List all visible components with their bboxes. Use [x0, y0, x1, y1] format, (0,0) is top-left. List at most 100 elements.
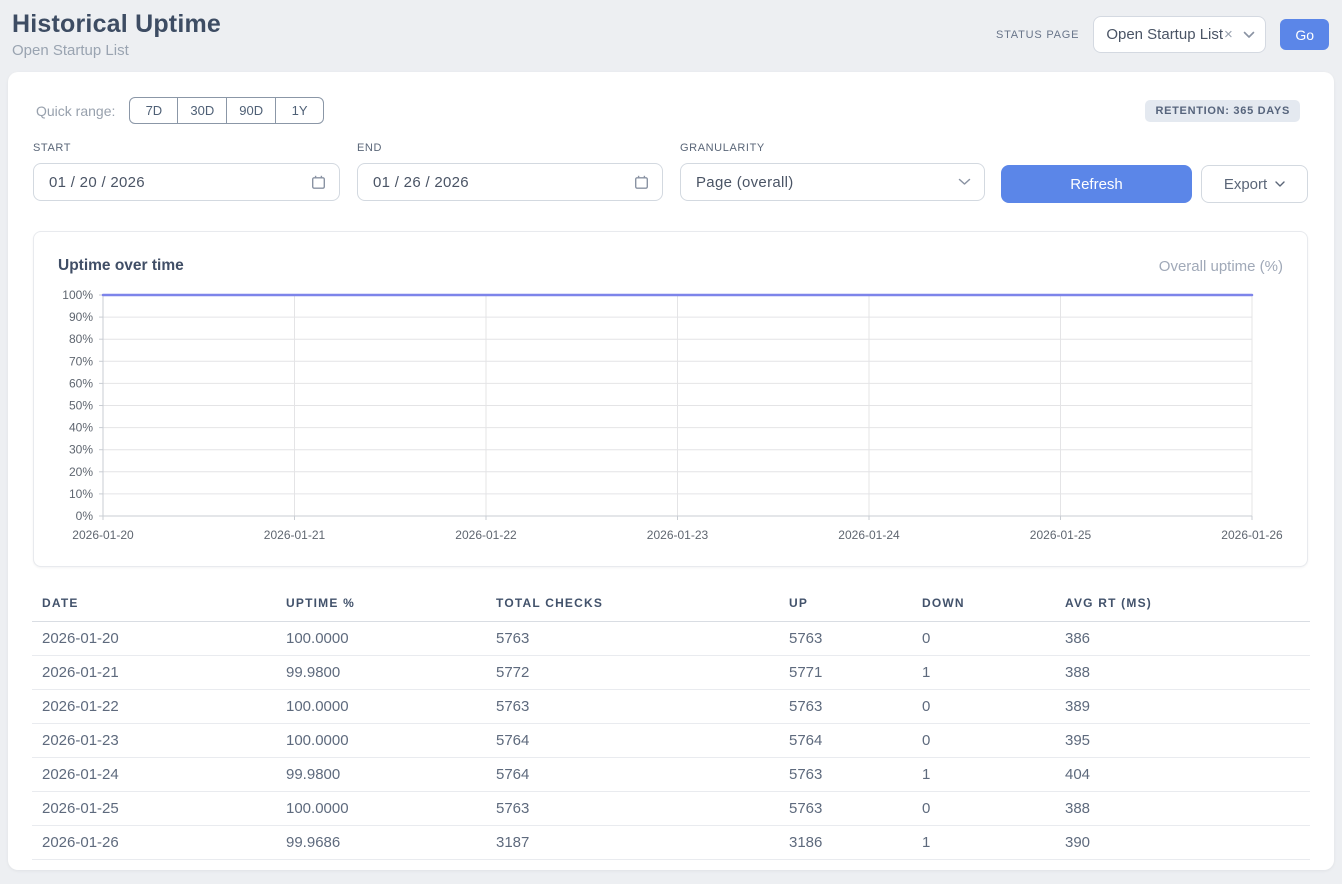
table-cell: 5763 — [486, 792, 779, 826]
svg-text:2026-01-23: 2026-01-23 — [647, 528, 709, 542]
end-date-label: END — [357, 142, 663, 154]
retention-badge: RETENTION: 365 DAYS — [1145, 100, 1300, 122]
go-button[interactable]: Go — [1280, 19, 1329, 50]
table-cell: 5764 — [486, 724, 779, 758]
refresh-button[interactable]: Refresh — [1001, 165, 1192, 203]
table-cell: 99.9686 — [276, 826, 486, 860]
svg-text:70%: 70% — [69, 354, 93, 368]
uptime-table: DATEUPTIME %TOTAL CHECKSUPDOWNAVG RT (MS… — [32, 590, 1310, 860]
table-cell: 5763 — [486, 622, 779, 656]
end-date-value: 01 / 26 / 2026 — [373, 174, 469, 191]
svg-text:90%: 90% — [69, 310, 93, 324]
table-cell: 388 — [1055, 792, 1310, 826]
table-cell: 100.0000 — [276, 690, 486, 724]
table-cell: 5771 — [779, 656, 912, 690]
svg-text:100%: 100% — [62, 289, 93, 302]
end-date-input[interactable]: 01 / 26 / 2026 — [357, 163, 663, 201]
table-row: 2026-01-2199.9800577257711388 — [32, 656, 1310, 690]
svg-text:2026-01-24: 2026-01-24 — [838, 528, 900, 542]
calendar-icon[interactable] — [311, 175, 326, 190]
uptime-table-head-row: DATEUPTIME %TOTAL CHECKSUPDOWNAVG RT (MS… — [32, 590, 1310, 622]
page-subtitle: Open Startup List — [12, 42, 221, 59]
table-cell: 100.0000 — [276, 792, 486, 826]
granularity-group: GRANULARITY Page (overall) — [680, 142, 985, 201]
table-cell: 99.9800 — [276, 758, 486, 792]
table-cell: 5763 — [779, 758, 912, 792]
status-page-label: STATUS PAGE — [996, 29, 1079, 41]
table-cell: 5772 — [486, 656, 779, 690]
chevron-down-icon — [958, 178, 971, 186]
uptime-chart-svg: 0%10%20%30%40%50%60%70%80%90%100%2026-01… — [58, 289, 1285, 547]
main-card: Quick range: 7D30D90D1Y RETENTION: 365 D… — [8, 72, 1334, 870]
start-date-value: 01 / 20 / 2026 — [49, 174, 145, 191]
export-button-label: Export — [1224, 176, 1267, 193]
table-row: 2026-01-22100.0000576357630389 — [32, 690, 1310, 724]
table-cell: 100.0000 — [276, 622, 486, 656]
table-cell: 2026-01-21 — [32, 656, 276, 690]
status-page-selected-value: Open Startup List — [1106, 26, 1223, 43]
svg-text:30%: 30% — [69, 443, 93, 457]
table-cell: 5764 — [486, 758, 779, 792]
column-header: AVG RT (MS) — [1055, 590, 1310, 622]
svg-text:0%: 0% — [76, 509, 94, 523]
quick-range-90d[interactable]: 90D — [226, 97, 276, 124]
end-date-group: END 01 / 26 / 2026 — [357, 142, 663, 201]
table-cell: 99.9800 — [276, 656, 486, 690]
quick-range-30d[interactable]: 30D — [177, 97, 227, 124]
svg-text:40%: 40% — [69, 421, 93, 435]
column-header: DATE — [32, 590, 276, 622]
svg-text:2026-01-21: 2026-01-21 — [264, 528, 326, 542]
svg-text:2026-01-20: 2026-01-20 — [72, 528, 134, 542]
table-cell: 3187 — [486, 826, 779, 860]
uptime-table-body: 2026-01-20100.00005763576303862026-01-21… — [32, 622, 1310, 860]
quick-range-group: 7D30D90D1Y — [129, 97, 324, 124]
table-cell: 1 — [912, 826, 1055, 860]
granularity-value: Page (overall) — [696, 174, 794, 191]
svg-text:2026-01-22: 2026-01-22 — [455, 528, 517, 542]
table-cell: 1 — [912, 656, 1055, 690]
historical-uptime-page: Historical Uptime Open Startup List STAT… — [0, 0, 1342, 884]
svg-text:10%: 10% — [69, 487, 93, 501]
table-cell: 100.0000 — [276, 724, 486, 758]
table-cell: 2026-01-22 — [32, 690, 276, 724]
quick-range-7d[interactable]: 7D — [129, 97, 178, 124]
header-right: STATUS PAGE Open Startup List × Go — [996, 16, 1329, 53]
calendar-icon[interactable] — [634, 175, 649, 190]
table-cell: 5763 — [779, 792, 912, 826]
column-header: DOWN — [912, 590, 1055, 622]
page-header: Historical Uptime Open Startup List — [12, 10, 221, 59]
quick-range-label: Quick range: — [36, 103, 115, 119]
start-date-input[interactable]: 01 / 20 / 2026 — [33, 163, 340, 201]
table-cell: 1 — [912, 758, 1055, 792]
table-cell: 2026-01-24 — [32, 758, 276, 792]
table-cell: 5763 — [779, 622, 912, 656]
table-cell: 2026-01-25 — [32, 792, 276, 826]
svg-text:20%: 20% — [69, 465, 93, 479]
table-cell: 0 — [912, 792, 1055, 826]
table-cell: 395 — [1055, 724, 1310, 758]
table-cell: 2026-01-20 — [32, 622, 276, 656]
table-row: 2026-01-2699.9686318731861390 — [32, 826, 1310, 860]
column-header: TOTAL CHECKS — [486, 590, 779, 622]
uptime-chart-card: Uptime over time Overall uptime (%) 0%10… — [33, 231, 1308, 567]
table-cell: 5763 — [779, 690, 912, 724]
table-cell: 5763 — [486, 690, 779, 724]
granularity-select[interactable]: Page (overall) — [680, 163, 985, 201]
svg-text:2026-01-25: 2026-01-25 — [1030, 528, 1092, 542]
table-cell: 5764 — [779, 724, 912, 758]
table-cell: 386 — [1055, 622, 1310, 656]
table-cell: 2026-01-26 — [32, 826, 276, 860]
export-button[interactable]: Export — [1201, 165, 1308, 203]
table-row: 2026-01-25100.0000576357630388 — [32, 792, 1310, 826]
clear-icon[interactable]: × — [1224, 26, 1233, 43]
table-cell: 0 — [912, 622, 1055, 656]
start-date-group: START 01 / 20 / 2026 — [33, 142, 340, 201]
status-page-select[interactable]: Open Startup List × — [1093, 16, 1266, 53]
quick-range-1y[interactable]: 1Y — [275, 97, 324, 124]
svg-text:80%: 80% — [69, 332, 93, 346]
table-cell: 404 — [1055, 758, 1310, 792]
table-cell: 0 — [912, 724, 1055, 758]
start-date-label: START — [33, 142, 340, 154]
chart-title: Uptime over time — [58, 257, 184, 275]
chevron-down-icon — [1243, 31, 1255, 39]
